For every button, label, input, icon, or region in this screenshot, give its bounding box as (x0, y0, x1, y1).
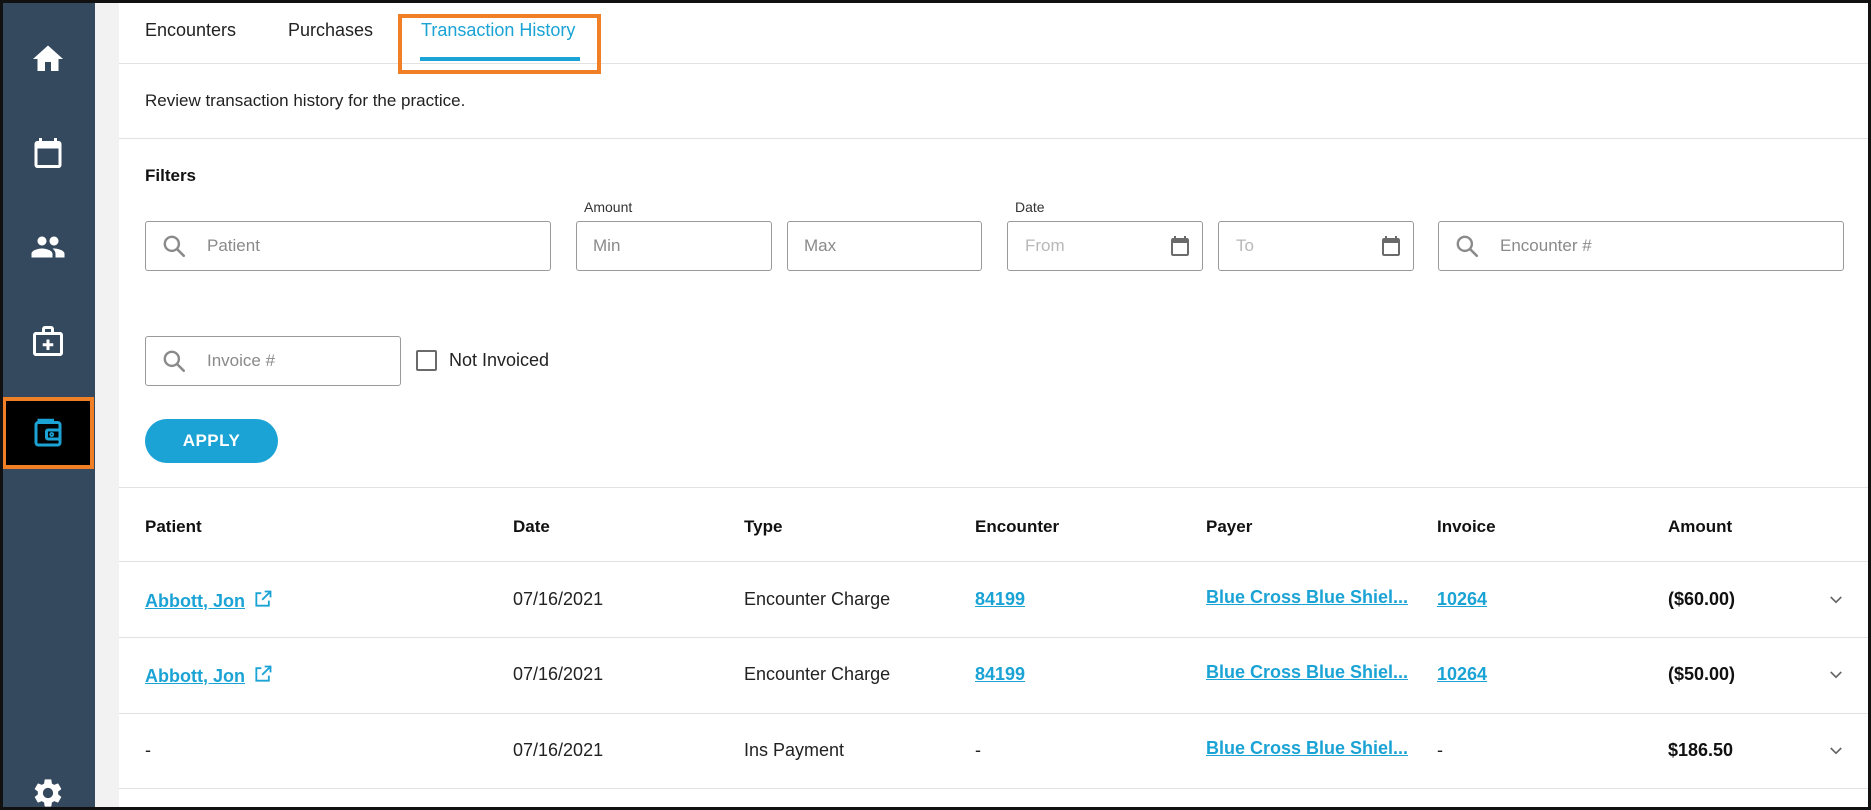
search-icon (163, 350, 186, 373)
row-divider (119, 637, 1871, 638)
people-icon (31, 236, 64, 258)
patient-name[interactable]: Abbott, Jon (145, 591, 245, 611)
tab-encounters[interactable]: Encounters (145, 20, 236, 41)
max-placeholder: Max (804, 236, 837, 255)
search-icon (163, 235, 186, 258)
home-icon (32, 45, 63, 71)
filters-title: Filters (145, 166, 197, 185)
content-gutter (95, 0, 119, 810)
gear-icon (34, 779, 61, 807)
amount-max-input[interactable]: Max (787, 221, 982, 271)
search-icon (1456, 235, 1479, 258)
main-content (95, 0, 1871, 810)
row-divider (119, 561, 1871, 562)
chevron-down-icon[interactable] (1827, 591, 1845, 609)
tab-purchases[interactable]: Purchases (288, 20, 373, 41)
table-divider (119, 487, 1871, 488)
col-header-date[interactable]: Date (513, 517, 550, 537)
patient-search-input[interactable]: Patient (145, 221, 551, 271)
sidebar-item-settings[interactable] (0, 773, 95, 810)
encounter-cell: - (975, 740, 981, 760)
sidebar-item-billing[interactable] (2, 397, 94, 469)
encounter-link[interactable]: 84199 (975, 589, 1025, 610)
sidebar-nav (0, 0, 95, 810)
row-divider (119, 788, 1871, 789)
invoice-cell: - (1437, 740, 1443, 760)
not-invoiced-label: Not Invoiced (449, 350, 550, 370)
patient-link[interactable]: Abbott, Jon (145, 664, 273, 687)
sidebar-item-medical[interactable] (0, 306, 95, 376)
encounter-link[interactable]: 84199 (975, 664, 1025, 685)
amount-min-input[interactable]: Min (576, 221, 772, 271)
col-header-type[interactable]: Type (744, 517, 782, 537)
section-divider (119, 138, 1871, 139)
amount-cell: ($50.00) (1668, 664, 1736, 684)
to-placeholder: To (1236, 236, 1254, 255)
from-placeholder: From (1025, 236, 1065, 255)
calendar-icon (34, 138, 61, 168)
col-header-amount[interactable]: Amount (1668, 517, 1732, 537)
invoice-placeholder: Invoice # (207, 351, 276, 370)
amount-label: Amount (584, 199, 633, 215)
payer-link[interactable]: Blue Cross Blue Shiel... (1206, 738, 1408, 759)
not-invoiced-toggle[interactable]: Not Invoiced (416, 350, 549, 371)
tab-highlight-box (398, 14, 601, 74)
patient-name[interactable]: Abbott, Jon (145, 666, 245, 686)
chevron-down-icon[interactable] (1827, 742, 1845, 760)
type-cell: Encounter Charge (744, 589, 891, 609)
min-placeholder: Min (593, 236, 621, 255)
date-label: Date (1015, 199, 1045, 215)
calendar-icon[interactable] (1379, 234, 1403, 258)
external-link-icon[interactable] (253, 664, 273, 684)
col-header-encounter[interactable]: Encounter (975, 517, 1059, 537)
tab-bar: Encounters Purchases Transaction History (119, 0, 1871, 64)
row-divider (119, 713, 1871, 714)
external-link-icon[interactable] (253, 589, 273, 609)
date-to-input[interactable]: To (1218, 221, 1414, 271)
col-header-patient[interactable]: Patient (145, 517, 202, 537)
type-cell: Encounter Charge (744, 664, 891, 684)
invoice-link[interactable]: 10264 (1437, 589, 1487, 610)
date-cell: 07/16/2021 (513, 664, 604, 684)
chevron-down-icon[interactable] (1827, 666, 1845, 684)
type-cell: Ins Payment (744, 740, 845, 760)
encounter-placeholder: Encounter # (1500, 236, 1592, 255)
payer-link[interactable]: Blue Cross Blue Shiel... (1206, 587, 1408, 608)
date-cell: 07/16/2021 (513, 589, 604, 609)
sidebar-item-home[interactable] (0, 24, 95, 94)
date-from-input[interactable]: From (1007, 221, 1203, 271)
col-header-payer[interactable]: Payer (1206, 517, 1252, 537)
date-cell: 07/16/2021 (513, 740, 604, 760)
amount-cell: ($60.00) (1668, 589, 1736, 609)
patient-placeholder: Patient (207, 236, 260, 255)
medical-kit-icon (32, 326, 63, 356)
sidebar-item-patients[interactable] (0, 212, 95, 282)
payer-link[interactable]: Blue Cross Blue Shiel... (1206, 662, 1408, 683)
patient-cell: - (145, 740, 151, 760)
wallet-icon (34, 418, 62, 447)
patient-link[interactable]: Abbott, Jon (145, 589, 273, 612)
not-invoiced-checkbox[interactable] (416, 350, 437, 371)
apply-button[interactable]: APPLY (145, 419, 278, 463)
col-header-invoice[interactable]: Invoice (1437, 517, 1496, 537)
amount-cell: $186.50 (1668, 740, 1734, 760)
invoice-search-input[interactable]: Invoice # (145, 336, 401, 386)
calendar-icon[interactable] (1168, 234, 1192, 258)
sidebar-item-calendar[interactable] (0, 118, 95, 188)
encounter-search-input[interactable]: Encounter # (1438, 221, 1844, 271)
invoice-link[interactable]: 10264 (1437, 664, 1487, 685)
page-description: Review transaction history for the pract… (145, 91, 466, 110)
